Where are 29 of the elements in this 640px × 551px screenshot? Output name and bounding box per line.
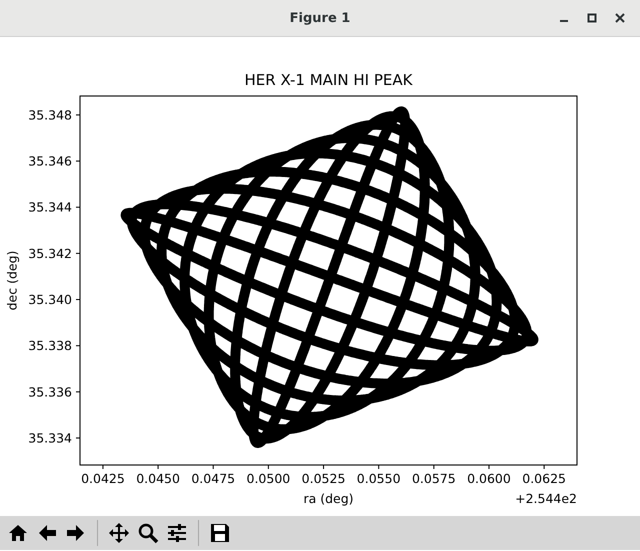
y-tick-label: 35.348 (28, 107, 72, 122)
home-icon[interactable] (7, 522, 29, 544)
maximize-icon[interactable] (587, 13, 597, 23)
x-tick-label: 0.0550 (356, 471, 401, 486)
search-icon[interactable] (137, 522, 159, 544)
x-tick-label: 0.0575 (412, 471, 456, 486)
y-tick-label: 35.336 (28, 384, 72, 400)
x-tick-label: 0.0500 (246, 471, 290, 486)
y-tick-label: 35.344 (28, 200, 72, 215)
y-axis-label: dec (deg) (4, 250, 20, 310)
move-icon[interactable] (108, 522, 130, 544)
x-tick-label: 0.0600 (467, 471, 511, 486)
y-tick-label: 35.334 (28, 430, 72, 446)
x-tick-label: 0.0625 (522, 471, 566, 486)
x-tick-label: 0.0475 (191, 471, 236, 486)
x-tick-label: 0.0425 (81, 471, 125, 486)
chart-title: HER X-1 MAIN HI PEAK (244, 71, 412, 89)
y-tick-label: 35.342 (28, 246, 72, 261)
axis-offset-label: +2.544e2 (515, 491, 577, 506)
window-title: Figure 1 (290, 10, 350, 26)
y-tick-label: 35.346 (28, 154, 72, 169)
sliders-icon[interactable] (166, 522, 188, 544)
y-tick-label: 35.338 (28, 338, 72, 354)
x-tick-label: 0.0450 (136, 471, 180, 486)
y-tick-label: 35.340 (28, 292, 72, 308)
x-axis-label: ra (deg) (303, 491, 354, 506)
x-tick-label: 0.0525 (302, 471, 346, 486)
close-icon[interactable] (615, 13, 625, 23)
right-arrow-icon[interactable] (65, 522, 87, 544)
